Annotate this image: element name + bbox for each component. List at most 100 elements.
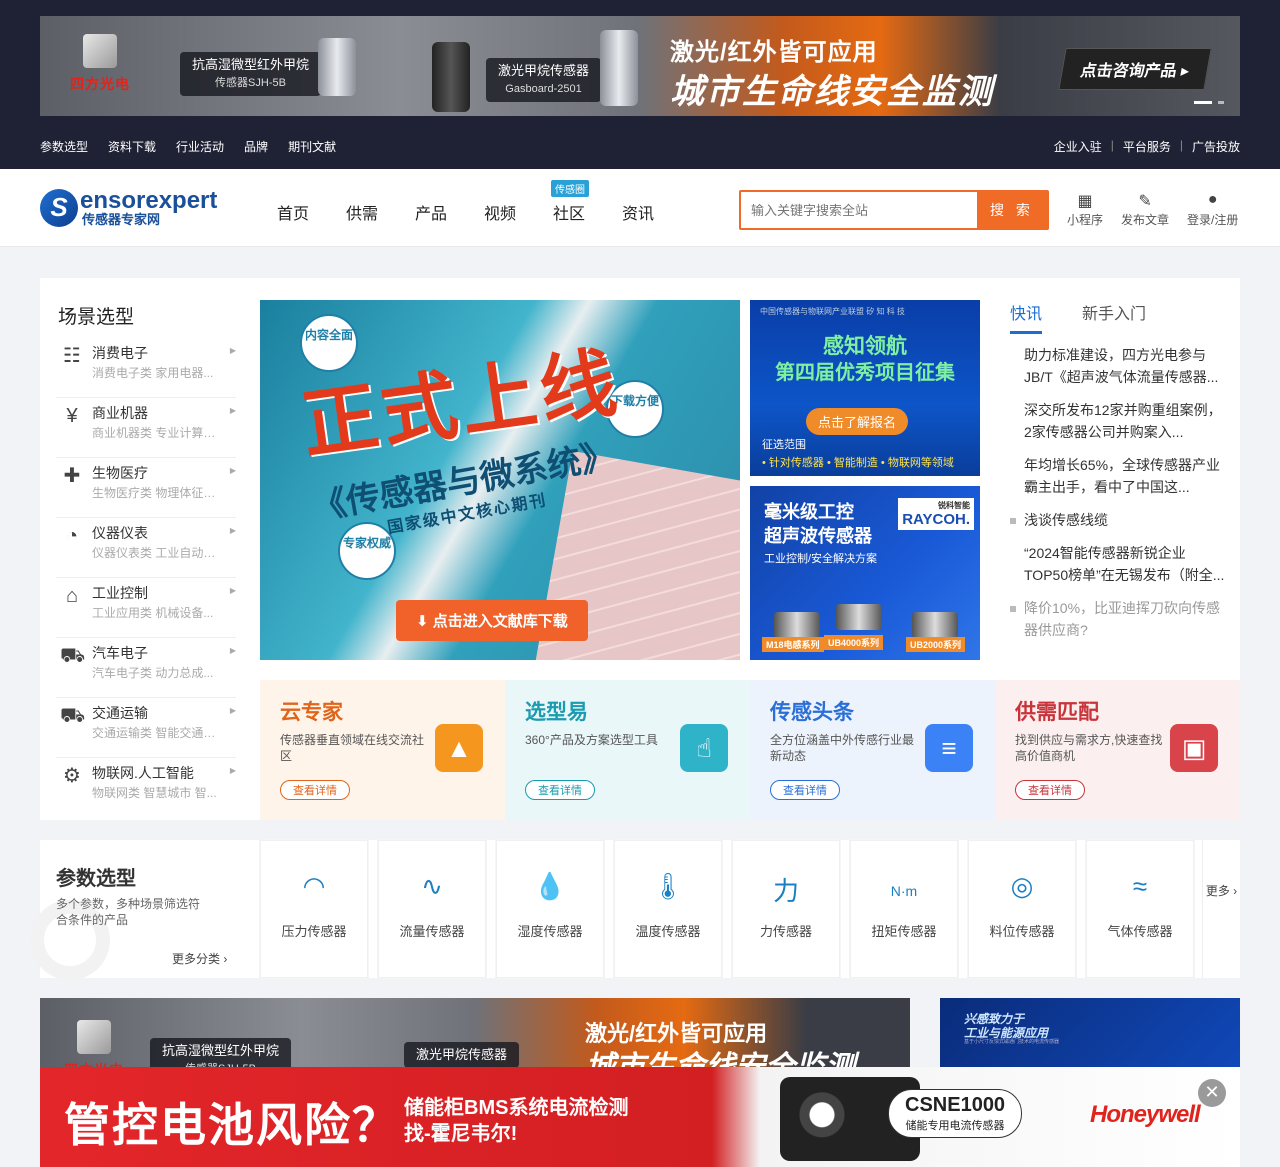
param-card-label: 流量传感器 [399, 924, 465, 939]
close-icon[interactable]: ✕ [1198, 1079, 1226, 1107]
thermometer-icon: 🌡 [651, 871, 685, 901]
honeywell-logo: Honeywell [1090, 1101, 1201, 1128]
carousel-dot[interactable] [1194, 101, 1212, 104]
login-register-button[interactable]: ● 登录/注册 [1187, 191, 1238, 228]
ad-brand-logo: 四方光电 [60, 34, 140, 94]
news-item[interactable]: 降价10%，比亚迪挥刀砍向传感器供应商? [1010, 597, 1225, 641]
topnav-link-params[interactable]: 参数选型 [40, 138, 88, 155]
site-logo[interactable]: S ensorexpert 传感器专家网 [40, 189, 217, 227]
scene-item-iot[interactable]: ⚙ 物联网.人工智能 物联网类 智慧城市 智... ▶ [56, 758, 236, 818]
news-item[interactable]: “2024智能传感器新锐企业TOP50榜单”在无锡发布（附全... [1010, 542, 1225, 586]
nav-products[interactable]: 产品 [415, 200, 484, 224]
news-item[interactable]: 助力标准建设，四方光电参与JB/T《超声波气体流量传感器... [1010, 344, 1225, 388]
topnav-link-platform[interactable]: 平台服务 [1123, 138, 1171, 155]
topnav-link-brands[interactable]: 品牌 [244, 138, 268, 155]
product-label: M18电感系列 [762, 637, 824, 652]
bottom-side-ad[interactable]: 兴感致力于 工业与能源应用 基于小尺寸反馈式磁通门技术的电流传感器 [940, 998, 1240, 1068]
scene-item-medical[interactable]: ✚ 生物医疗 生物医疗类 物理体征诊... ▶ [56, 458, 236, 518]
more-categories-link[interactable]: 更多分类 › [172, 950, 227, 967]
param-card-level[interactable]: ◎ 料位传感器 [968, 840, 1076, 978]
ad-side1-button[interactable]: 点击了解报名 [806, 408, 909, 435]
param-card-force[interactable]: 力力传感器 [732, 840, 840, 978]
instrument-icon: ◔ [65, 525, 79, 547]
top-band: 四方光电 抗高湿微型红外甲烷 传感器SJH-5B 激光甲烷传感器 Gasboar… [0, 0, 1280, 169]
scene-item-business[interactable]: ¥ 商业机器 商业机器类 专业计算机... ▶ [56, 398, 236, 458]
ad-consult-button[interactable]: 点击咨询产品 ▸ [1058, 48, 1213, 90]
ad-tag-2-line2: Gasboard-2501 [505, 83, 582, 95]
feature-detail-button[interactable]: 查看详情 [770, 780, 840, 800]
param-card-label: 气体传感器 [1107, 924, 1173, 939]
product-label: UB4000系列 [824, 635, 884, 650]
model-desc: 储能专用电流传感器 [905, 1120, 1005, 1132]
tab-flash-news[interactable]: 快讯 [1010, 300, 1043, 334]
mini-program-label: 小程序 [1067, 213, 1104, 227]
param-card-temperature[interactable]: 🌡 温度传感器 [614, 840, 722, 978]
param-card-torque[interactable]: N·m 扭矩传感器 [850, 840, 958, 978]
side-ad-ultrasonic[interactable]: 毫米级工控 超声波传感器 工业控制/安全解决方案 锐科智能 RAYCOH. M1… [750, 486, 980, 660]
hero-banner[interactable]: 内容全面 下载方便 专家权威 正式上线 《传感器与微系统》 国家级中文核心期刊 … [260, 300, 740, 660]
feature-detail-button[interactable]: 查看详情 [525, 780, 595, 800]
param-cards: ◠ 压力传感器 ∿ 流量传感器 💧 湿度传感器 🌡 温度传感器 力力传感器 N·m 扭矩传… [260, 840, 1194, 978]
topnav-link-enterprise[interactable]: 企业入驻 [1054, 138, 1102, 155]
feature-detail-button[interactable]: 查看详情 [280, 780, 350, 800]
ad-side1-range: 征选范围 [762, 439, 806, 451]
gas-icon: ≈ [1132, 871, 1148, 901]
topnav-link-downloads[interactable]: 资料下载 [108, 138, 156, 155]
ad-headline: 激光/红外皆可应用 [670, 39, 878, 66]
scene-item-transport[interactable]: ⛟ 交通运输 交通运输类 智能交通管... ▶ [56, 698, 236, 758]
carousel-dots[interactable] [1194, 101, 1224, 104]
floating-bottom-ad[interactable]: 管控电池风险？ 储能柜BMS系统电流检测 找-霍尼韦尔! CSNE1000 储能… [40, 1067, 1240, 1167]
bottom-banner-ad[interactable]: 四方光电 抗高湿微型红外甲烷 传感器SJH-5B 激光甲烷传感器 激光/红外皆可… [40, 998, 910, 1078]
nav-home[interactable]: 首页 [277, 200, 346, 224]
feature-card-headlines[interactable]: 传感头条 全方位涵盖中外传感行业最新动态 查看详情 ≡ [750, 680, 995, 820]
tab-beginner[interactable]: 新手入门 [1082, 300, 1146, 334]
sensor-product-image [836, 604, 882, 630]
feature-card-cloud-expert[interactable]: 云专家 传感器垂直领域在线交流社区 查看详情 ▲ [260, 680, 505, 820]
topnav-link-journals[interactable]: 期刊文献 [288, 138, 336, 155]
news-item-text: 深交所发布12家并购重组案例，2家传感器公司并购案入... [1024, 402, 1222, 440]
top-banner-ad[interactable]: 四方光电 抗高湿微型红外甲烷 传感器SJH-5B 激光甲烷传感器 Gasboar… [40, 16, 1240, 116]
model-badge: CSNE1000 储能专用电流传感器 [888, 1089, 1023, 1138]
ad-subheadline: 城市生命线安全监测 [670, 73, 994, 111]
news-item-text: 浅谈传感线缆 [1024, 512, 1108, 528]
nav-community[interactable]: 传感圈 社区 [551, 180, 622, 224]
nav-videos[interactable]: 视频 [484, 200, 553, 224]
topnav-link-advertise[interactable]: 广告投放 [1192, 138, 1240, 155]
scene-item-automotive[interactable]: ⛟ 汽车电子 汽车电子类 动力总成... ▶ [56, 638, 236, 698]
param-card-humidity[interactable]: 💧 湿度传感器 [496, 840, 604, 978]
scene-item-title: 工业控制 [92, 585, 148, 601]
scene-item-consumer[interactable]: ☷ 消费电子 消费电子类 家用电器... ▶ [56, 338, 236, 398]
news-item[interactable]: 浅谈传感线缆 [1010, 509, 1225, 531]
news-item-text: 年均增长65%，全球传感器产业霸主出手，看中了中国这... [1024, 457, 1221, 495]
ad-line1-text: 兴感致力于 [964, 1012, 1025, 1026]
feature-row: 云专家 传感器垂直领域在线交流社区 查看详情 ▲ 选型易 360°产品及方案选型… [260, 680, 1240, 820]
hero-download-button[interactable]: ⬇ 点击进入文献库下载 [396, 600, 588, 641]
search-input[interactable] [741, 192, 977, 228]
scene-item-sub: 物联网类 智慧城市 智... [92, 786, 217, 800]
news-item[interactable]: 年均增长65%，全球传感器产业霸主出手，看中了中国这... [1010, 454, 1225, 498]
scene-item-instrument[interactable]: ◔ 仪器仪表 仪器仪表类 工业自动化... ▶ [56, 518, 236, 578]
param-card-pressure[interactable]: ◠ 压力传感器 [260, 840, 368, 978]
caret-right-icon: ▶ [229, 766, 236, 775]
carousel-dot[interactable] [1218, 101, 1224, 104]
topnav-link-events[interactable]: 行业活动 [176, 138, 224, 155]
param-card-flow[interactable]: ∿ 流量传感器 [378, 840, 486, 978]
feature-title: 云专家 [280, 701, 343, 724]
raycoh-logo-text: RAYCOH. [902, 511, 970, 528]
nav-supply-demand[interactable]: 供需 [346, 200, 415, 224]
feature-card-selection[interactable]: 选型易 360°产品及方案选型工具 查看详情 ☝ [505, 680, 750, 820]
param-more-button[interactable]: 更多 › [1202, 840, 1240, 978]
param-card-gas[interactable]: ≈ 气体传感器 [1086, 840, 1194, 978]
nav-news[interactable]: 资讯 [622, 200, 691, 224]
nav-community-label: 社区 [553, 206, 586, 223]
param-card-label: 扭矩传感器 [871, 924, 937, 939]
side-ad-project-call[interactable]: 中国传感器与物联网产业联盟 矽 知 科 技 感知领航 第四届优秀项目征集 点击了… [750, 300, 980, 476]
cube-logo-icon [83, 34, 117, 68]
feature-card-matching[interactable]: 供需匹配 找到供应与需求方,快速查找高价值商机 查看详情 ▣ [995, 680, 1240, 820]
scene-item-industrial[interactable]: ⌂ 工业控制 工业应用类 机械设备... ▶ [56, 578, 236, 638]
feature-detail-button[interactable]: 查看详情 [1015, 780, 1085, 800]
search-button[interactable]: 搜 索 [977, 192, 1047, 228]
news-item[interactable]: 深交所发布12家并购重组案例，2家传感器公司并购案入... [1010, 399, 1225, 443]
publish-article-button[interactable]: ✎ 发布文章 [1121, 191, 1169, 228]
mini-program-button[interactable]: ▦ 小程序 [1067, 191, 1103, 228]
